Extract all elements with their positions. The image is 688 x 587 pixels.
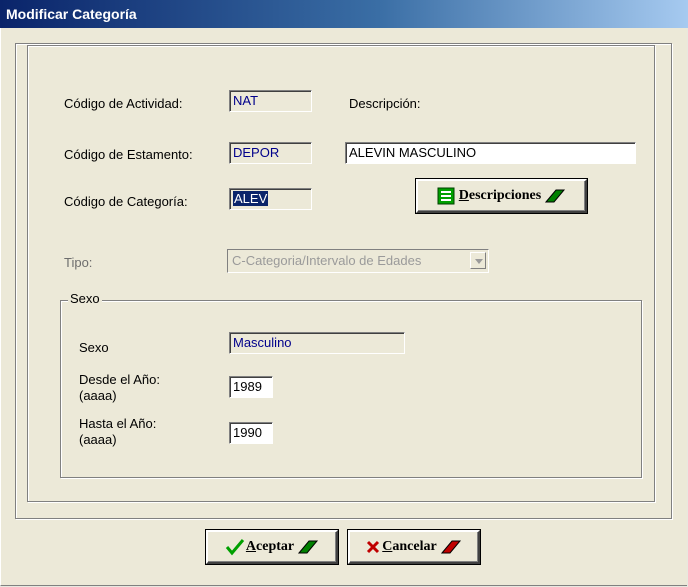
cancelar-button-mnemonic: C [382,539,393,554]
close-icon [367,540,380,554]
checkmark-icon [225,539,245,556]
title-bar[interactable]: Modificar Categoría [0,0,688,28]
green-slash-icon [298,540,319,554]
desde-year-input[interactable]: 1989 [229,376,273,398]
green-slash-icon [545,189,566,203]
codigo-actividad-label: Código de Actividad: [64,96,183,111]
codigo-categoria-label: Código de Categoría: [64,194,188,209]
codigo-actividad-field[interactable]: NAT [229,90,312,112]
descripciones-button-label: escripciones [468,188,542,203]
codigo-categoria-field[interactable]: ALEV [229,188,312,210]
sexo-label: Sexo [79,340,109,355]
tipo-select-value: C-Categoria/Intervalo de Edades [232,253,422,268]
hasta-label-line1: Hasta el Año: [79,416,157,431]
sexo-field[interactable]: Masculino [229,332,405,354]
hasta-label-line2: (aaaa) [79,432,117,447]
codigo-estamento-field[interactable]: DEPOR [229,142,312,164]
chevron-down-icon[interactable] [470,252,486,269]
aceptar-button-mnemonic: A [245,539,257,554]
hasta-label: Hasta el Año: (aaaa) [79,416,156,448]
aceptar-button-label: ceptar [256,539,295,554]
descripcion-input[interactable]: ALEVIN MASCULINO [345,142,636,164]
sexo-group-title: Sexo [68,291,102,306]
desde-label: Desde el Año: (aaaa) [79,372,160,404]
desde-label-line1: Desde el Año: [79,372,160,387]
window-title: Modificar Categoría [6,6,137,22]
desde-label-line2: (aaaa) [79,388,117,403]
descripciones-button-mnemonic: D [458,188,469,203]
tipo-select[interactable]: C-Categoria/Intervalo de Edades [227,249,489,273]
descripciones-button[interactable]: Descripciones [416,179,587,213]
cancelar-button-label: ancelar [392,539,437,554]
aceptar-button[interactable]: Aceptar [206,530,338,564]
red-slash-icon [440,540,461,554]
descripcion-label: Descripción: [349,96,421,111]
cancelar-button[interactable]: Cancelar [348,530,480,564]
codigo-estamento-label: Código de Estamento: [64,147,193,162]
list-icon [437,187,455,205]
tipo-label: Tipo: [64,255,93,270]
hasta-year-input[interactable]: 1990 [229,422,273,444]
